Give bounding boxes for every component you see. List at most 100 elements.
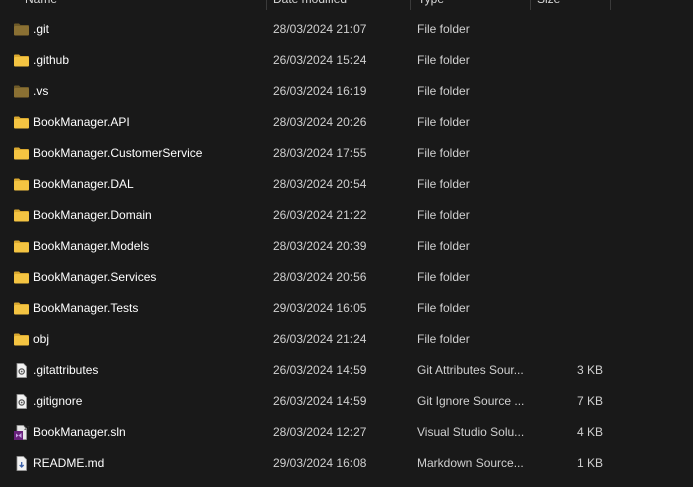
column-header: Name Date modified Type Size xyxy=(0,0,693,10)
file-type: File folder xyxy=(417,208,470,222)
folder-icon xyxy=(13,207,30,224)
file-name[interactable]: .gitignore xyxy=(33,386,263,417)
column-header-type[interactable]: Type xyxy=(418,0,523,10)
file-row[interactable]: BookManager.Tests 29/03/2024 16:05 File fo… xyxy=(0,293,693,324)
file-date-modified: 28/03/2024 20:56 xyxy=(273,270,367,284)
file-type: Visual Studio Solu... xyxy=(417,425,525,439)
file-type: File folder xyxy=(417,53,470,67)
file-date-modified: 26/03/2024 16:19 xyxy=(273,84,367,98)
file-size xyxy=(540,324,603,355)
svg-text:17: 17 xyxy=(24,426,30,432)
folder-icon xyxy=(13,269,30,286)
file-row[interactable]: BookManager.API 28/03/2024 20:26 File fold… xyxy=(0,107,693,138)
file-row[interactable]: .vs 26/03/2024 16:19 File folder xyxy=(0,76,693,107)
file-size xyxy=(540,231,603,262)
file-size xyxy=(540,14,603,45)
file-size xyxy=(540,45,603,76)
file-type: File folder xyxy=(417,115,470,129)
file-name[interactable]: BookManager.Models xyxy=(33,231,263,262)
column-divider[interactable] xyxy=(610,0,611,10)
file-name[interactable]: BookManager.CustomerService xyxy=(33,138,263,169)
file-date-modified: 26/03/2024 21:24 xyxy=(273,332,367,346)
file-size: 7 KB xyxy=(576,394,603,408)
file-name[interactable]: BookManager.sln xyxy=(33,417,263,448)
column-header-date-modified[interactable]: Date modified xyxy=(273,0,405,10)
file-type: Git Attributes Sour... xyxy=(417,363,524,377)
folder-icon xyxy=(13,52,30,69)
column-divider[interactable] xyxy=(266,0,267,10)
file-type: File folder xyxy=(417,332,470,346)
file-row[interactable]: 17 BookManager.sln 28/03/2024 12:27 Visual … xyxy=(0,417,693,448)
folder-icon xyxy=(13,300,30,317)
file-name[interactable]: BookManager.API xyxy=(33,107,263,138)
file-size: 1 KB xyxy=(576,456,603,470)
file-name[interactable]: BookManager.Domain xyxy=(33,200,263,231)
file-name[interactable]: BookManager.Services xyxy=(33,262,263,293)
file-type: File folder xyxy=(417,146,470,160)
file-size xyxy=(540,200,603,231)
markdown-file-icon xyxy=(13,455,30,472)
file-row[interactable]: obj 26/03/2024 21:24 File folder xyxy=(0,324,693,355)
file-name[interactable]: .github xyxy=(33,45,263,76)
file-list: .git 28/03/2024 21:07 File folder .github 26… xyxy=(0,14,693,479)
file-type: File folder xyxy=(417,270,470,284)
column-divider[interactable] xyxy=(530,0,531,10)
visual-studio-solution-icon: 17 xyxy=(13,424,30,441)
file-row[interactable]: BookManager.DAL 28/03/2024 20:54 File fold… xyxy=(0,169,693,200)
file-date-modified: 28/03/2024 12:27 xyxy=(273,425,367,439)
folder-icon xyxy=(13,114,30,131)
file-date-modified: 26/03/2024 15:24 xyxy=(273,53,367,67)
file-name[interactable]: BookManager.DAL xyxy=(33,169,263,200)
file-size xyxy=(540,293,603,324)
file-name[interactable]: .gitattributes xyxy=(33,355,263,386)
file-date-modified: 29/03/2024 16:05 xyxy=(273,301,367,315)
file-type: File folder xyxy=(417,84,470,98)
file-name[interactable]: .vs xyxy=(33,76,263,107)
file-size xyxy=(540,107,603,138)
file-date-modified: 29/03/2024 16:08 xyxy=(273,456,367,470)
file-size xyxy=(540,169,603,200)
file-size: 3 KB xyxy=(576,363,603,377)
file-size xyxy=(540,138,603,169)
config-file-icon xyxy=(13,393,30,410)
file-name[interactable]: obj xyxy=(33,324,263,355)
file-type: Markdown Source... xyxy=(417,456,524,470)
folder-icon xyxy=(13,145,30,162)
file-name[interactable]: .git xyxy=(33,14,263,45)
file-date-modified: 26/03/2024 21:22 xyxy=(273,208,367,222)
file-name[interactable]: BookManager.Tests xyxy=(33,293,263,324)
folder-icon xyxy=(13,238,30,255)
column-header-size[interactable]: Size xyxy=(537,0,603,10)
file-date-modified: 28/03/2024 17:55 xyxy=(273,146,367,160)
file-type: File folder xyxy=(417,239,470,253)
file-date-modified: 28/03/2024 20:39 xyxy=(273,239,367,253)
file-row[interactable]: BookManager.CustomerService 28/03/2024 17… xyxy=(0,138,693,169)
file-date-modified: 26/03/2024 14:59 xyxy=(273,363,367,377)
folder-icon xyxy=(13,176,30,193)
folder-hidden-icon xyxy=(13,21,30,38)
file-date-modified: 28/03/2024 21:07 xyxy=(273,22,367,36)
file-date-modified: 28/03/2024 20:54 xyxy=(273,177,367,191)
file-type: Git Ignore Source ... xyxy=(417,394,525,408)
file-row[interactable]: BookManager.Domain 26/03/2024 21:22 File f… xyxy=(0,200,693,231)
file-type: File folder xyxy=(417,22,470,36)
config-file-icon xyxy=(13,362,30,379)
column-header-name[interactable]: Name xyxy=(25,0,260,10)
file-size xyxy=(540,262,603,293)
file-row[interactable]: BookManager.Services 28/03/2024 20:56 File… xyxy=(0,262,693,293)
file-size: 4 KB xyxy=(576,425,603,439)
file-row[interactable]: .gitattributes 26/03/2024 14:59 Git Attrib… xyxy=(0,355,693,386)
file-date-modified: 28/03/2024 20:26 xyxy=(273,115,367,129)
file-date-modified: 26/03/2024 14:59 xyxy=(273,394,367,408)
file-type: File folder xyxy=(417,301,470,315)
file-row[interactable]: .github 26/03/2024 15:24 File folder xyxy=(0,45,693,76)
column-divider[interactable] xyxy=(410,0,411,10)
file-row[interactable]: .gitignore 26/03/2024 14:59 Git Ignore Sou… xyxy=(0,386,693,417)
file-row[interactable]: .git 28/03/2024 21:07 File folder xyxy=(0,14,693,45)
folder-icon xyxy=(13,331,30,348)
file-size xyxy=(540,76,603,107)
file-row[interactable]: BookManager.Models 28/03/2024 20:39 File f… xyxy=(0,231,693,262)
file-row[interactable]: README.md 29/03/2024 16:08 Markdown Source… xyxy=(0,448,693,479)
file-type: File folder xyxy=(417,177,470,191)
file-name[interactable]: README.md xyxy=(33,448,263,479)
